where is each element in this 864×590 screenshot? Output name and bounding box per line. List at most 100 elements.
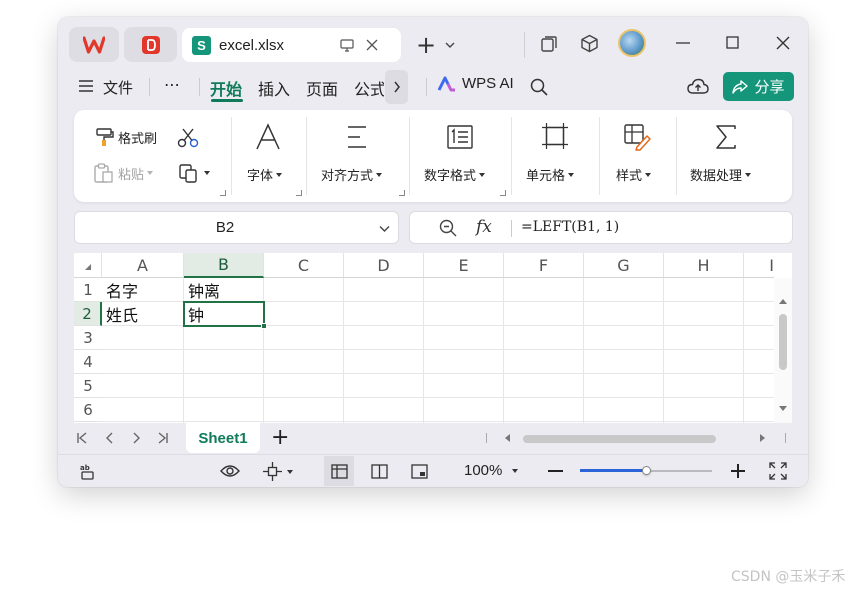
crosshair-icon [263, 462, 282, 481]
tab-formula[interactable]: 公式 [354, 76, 384, 100]
freeze-panes-button[interactable] [263, 462, 293, 481]
app-window: S excel.xlsx + 文件 ⋯ 开始 插入 页面 公式 WPS AI 分… [58, 17, 808, 487]
column-header-d[interactable]: D [344, 253, 424, 278]
clipboard-launcher-icon[interactable] [220, 190, 226, 196]
tabs-scroll-right-button[interactable] [385, 70, 408, 104]
menu-divider [426, 78, 427, 96]
select-all-corner[interactable] [74, 253, 102, 278]
column-header-c[interactable]: C [264, 253, 344, 278]
zoom-out-button[interactable] [548, 470, 563, 472]
data-group-button[interactable]: 数据处理 [677, 110, 777, 202]
scroll-down-triangle-icon[interactable] [779, 406, 787, 411]
scroll-left-triangle-icon[interactable] [505, 434, 510, 442]
scroll-up-triangle-icon[interactable] [779, 299, 787, 304]
paste-button[interactable]: 粘贴 [93, 163, 154, 183]
scroll-right-triangle-icon[interactable] [760, 434, 765, 442]
cloud-upload-icon[interactable] [687, 78, 709, 95]
window-tile-icon[interactable] [540, 35, 558, 53]
next-sheet-icon[interactable] [133, 432, 141, 444]
pdf-app-button[interactable] [124, 27, 177, 62]
close-tab-icon[interactable] [366, 39, 378, 51]
formula-box[interactable]: fx =LEFT(B1, 1) [409, 211, 793, 244]
vertical-scrollbar[interactable] [774, 278, 792, 423]
tab-page[interactable]: 页面 [306, 76, 338, 100]
column-header-b[interactable]: B [184, 253, 264, 278]
chevron-down-icon[interactable] [379, 225, 390, 233]
styles-group-button[interactable]: 样式 [600, 110, 676, 202]
cell-b1[interactable]: 钟离 [184, 278, 264, 302]
column-header-f[interactable]: F [504, 253, 584, 278]
tab-home[interactable]: 开始 [210, 76, 242, 100]
eye-icon[interactable] [220, 464, 240, 478]
number-format-launcher-icon[interactable] [500, 190, 506, 196]
cells-group-button[interactable]: 单元格 [512, 110, 599, 202]
row-header-2[interactable]: 2 [74, 302, 102, 326]
spell-check-icon[interactable]: ab [79, 462, 97, 480]
document-tab[interactable]: S excel.xlsx [182, 28, 401, 62]
add-sheet-button[interactable]: + [271, 425, 289, 450]
chevron-down-icon[interactable] [445, 41, 455, 49]
wps-home-button[interactable] [69, 27, 119, 62]
minimize-icon[interactable] [676, 42, 690, 44]
horizontal-scroll-thumb[interactable] [523, 435, 716, 443]
menu-file[interactable]: 文件 [103, 77, 133, 98]
row-header-1[interactable]: 1 [74, 278, 102, 302]
new-tab-button[interactable]: + [413, 31, 439, 59]
close-window-icon[interactable] [776, 36, 790, 50]
maximize-icon[interactable] [726, 36, 739, 49]
sheet-tab-sheet1[interactable]: Sheet1 [186, 423, 260, 453]
menu-divider [199, 78, 200, 96]
number-format-group-button[interactable]: 数字格式 [410, 110, 511, 202]
cell-a1[interactable]: 名字 [102, 278, 184, 302]
row-header-6[interactable]: 6 [74, 398, 102, 422]
row-header-4[interactable]: 4 [74, 350, 102, 374]
prev-sheet-icon[interactable] [105, 432, 113, 444]
avatar[interactable] [618, 29, 646, 57]
cube-icon[interactable] [580, 34, 599, 53]
format-painter-button[interactable]: 格式刷 [93, 127, 157, 147]
name-box[interactable]: B2 [74, 211, 399, 244]
column-header-e[interactable]: E [424, 253, 504, 278]
hamburger-icon[interactable] [79, 80, 93, 92]
page-break-icon[interactable] [411, 464, 428, 479]
copy-button[interactable] [178, 163, 210, 183]
cell-a2[interactable]: 姓氏 [102, 302, 184, 326]
row-header-5[interactable]: 5 [74, 374, 102, 398]
row-header-3[interactable]: 3 [74, 326, 102, 350]
column-header-g[interactable]: G [584, 253, 664, 278]
align-group-button[interactable]: 对齐方式 [307, 110, 409, 202]
cut-icon[interactable] [177, 128, 199, 148]
zoom-slider-knob[interactable] [641, 466, 651, 475]
wps-ai-button[interactable]: WPS AI [437, 75, 514, 92]
column-header-a[interactable]: A [102, 253, 184, 278]
spreadsheet-grid[interactable]: A B C D E F G H I 1 2 3 4 5 6 名字 钟离 姓氏 钟 [74, 253, 792, 423]
tab-insert[interactable]: 插入 [258, 76, 290, 100]
align-launcher-icon[interactable] [399, 190, 405, 196]
normal-view-icon [330, 463, 348, 479]
zoom-formula-icon[interactable] [439, 219, 457, 237]
column-header-h[interactable]: H [664, 253, 744, 278]
paste-icon [94, 163, 113, 183]
number-format-label: 数字格式 [424, 169, 477, 184]
zoom-slider[interactable] [580, 466, 712, 475]
formula-input[interactable]: =LEFT(B1, 1) [521, 219, 619, 235]
normal-view-button[interactable] [324, 456, 354, 486]
last-sheet-icon[interactable] [157, 432, 169, 444]
select-all-triangle-icon [84, 264, 91, 270]
share-button[interactable]: 分享 [723, 72, 794, 101]
vertical-scroll-thumb[interactable] [779, 314, 787, 370]
monitor-icon[interactable] [340, 38, 354, 52]
zoom-in-icon[interactable] [731, 464, 745, 478]
page-layout-icon[interactable] [371, 464, 388, 479]
divider [486, 433, 487, 443]
fill-handle[interactable] [261, 323, 267, 329]
column-header-i[interactable]: I [744, 253, 774, 278]
fullscreen-icon[interactable] [769, 462, 787, 480]
zoom-level-button[interactable]: 100% [464, 462, 519, 479]
font-group-button[interactable]: 字体 [232, 110, 306, 202]
first-sheet-icon[interactable] [76, 432, 88, 444]
fx-label[interactable]: fx [476, 217, 492, 237]
search-icon[interactable] [530, 78, 548, 96]
font-launcher-icon[interactable] [296, 190, 302, 196]
menu-more[interactable]: ⋯ [164, 75, 180, 94]
